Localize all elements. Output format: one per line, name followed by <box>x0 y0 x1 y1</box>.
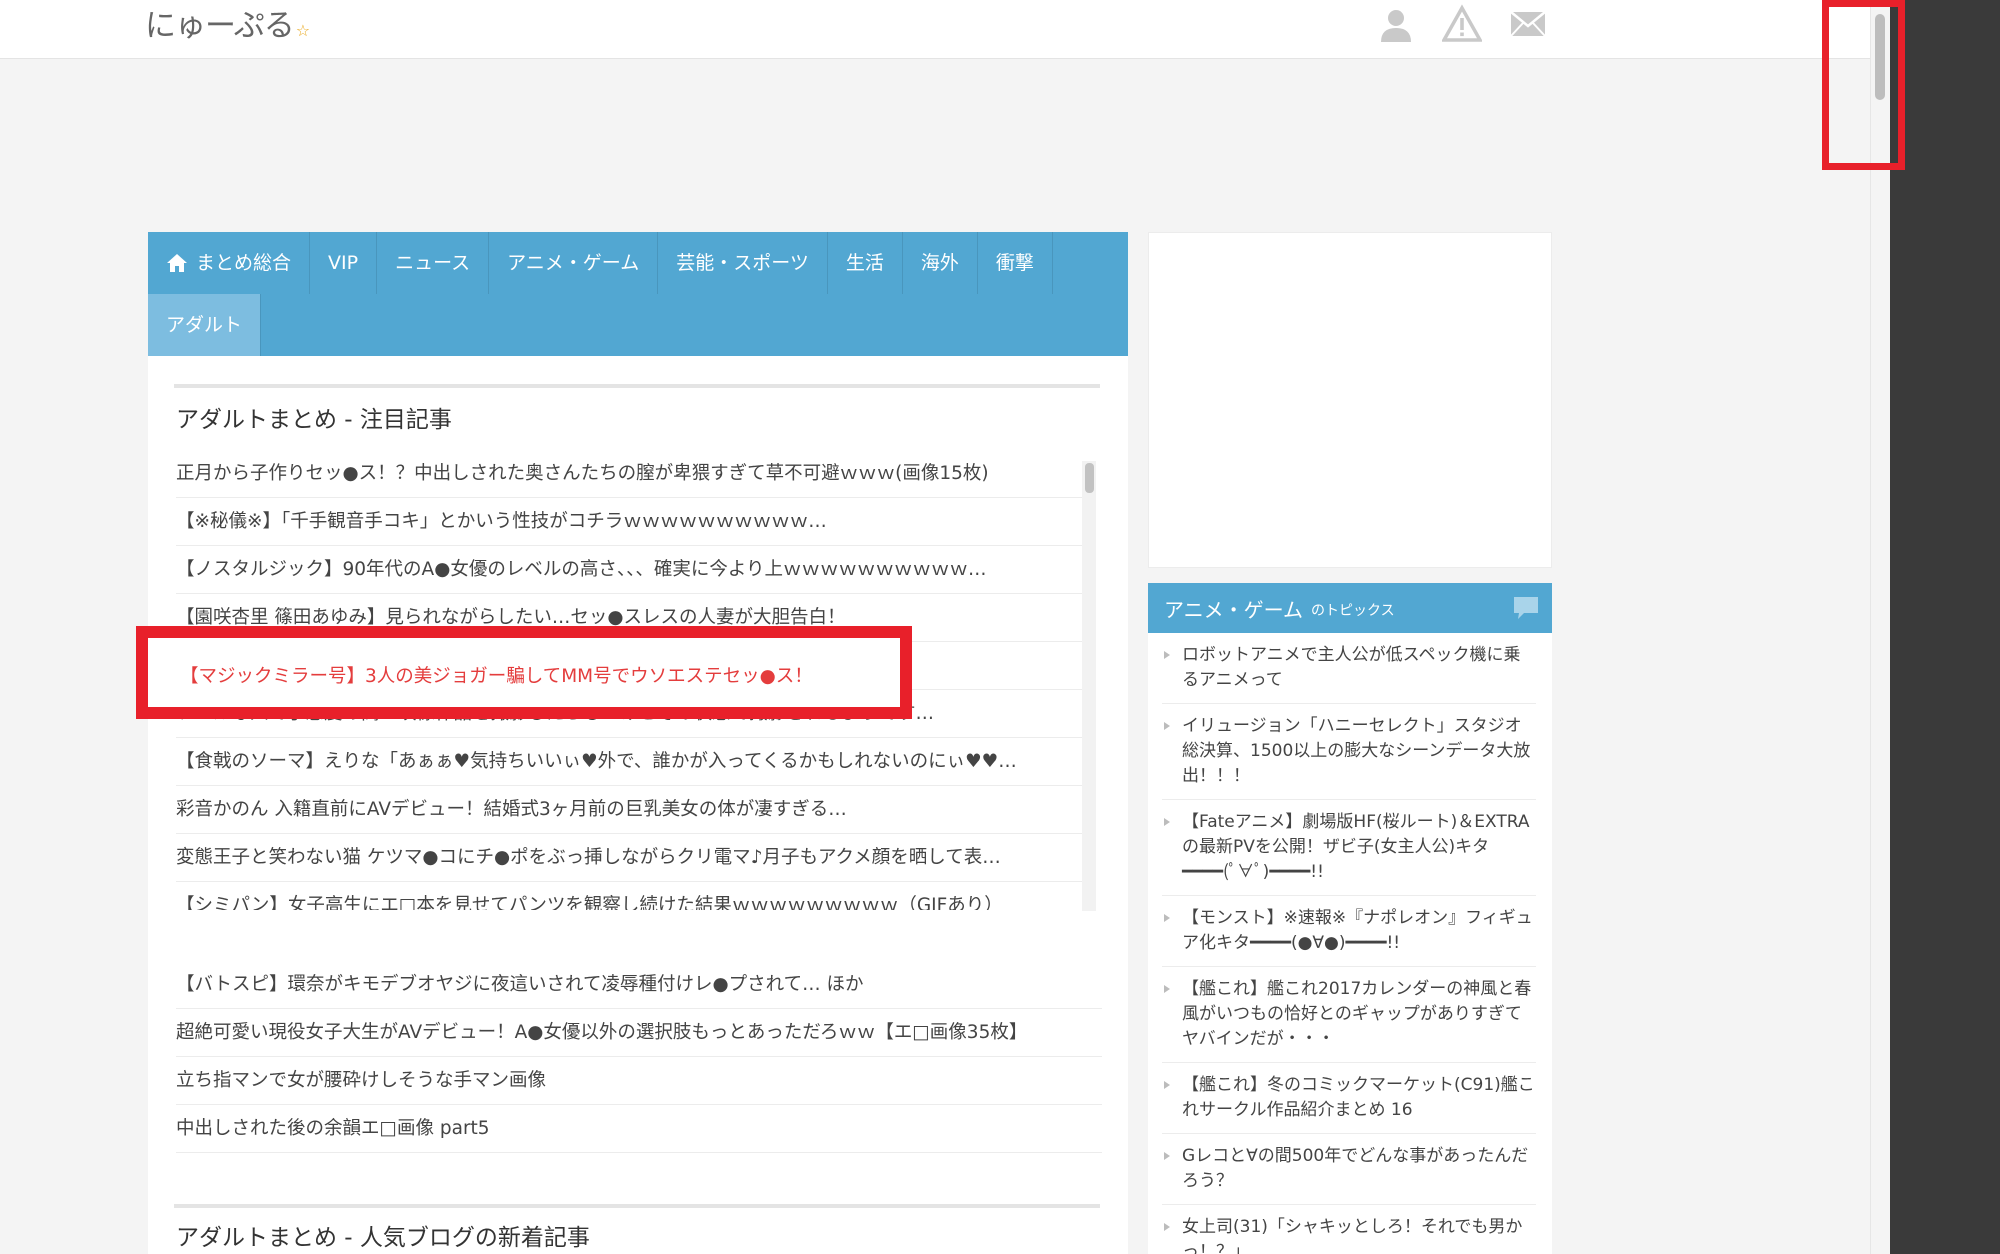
list-scrollbar-thumb[interactable] <box>1085 463 1094 493</box>
nav-item-vip[interactable]: VIP <box>310 232 378 294</box>
site-logo[interactable]: にゅーぷる ☆ <box>145 0 310 45</box>
highlighted-article-text: 【マジックミラー号】3人の美ジョガー騙してMM号でウソエステセッ●ス！ <box>180 666 813 687</box>
sidebar-topics-subtitle: のトピックス <box>1311 603 1395 619</box>
section-divider <box>174 1204 1100 1208</box>
section-divider <box>174 384 1100 388</box>
home-icon <box>167 254 187 272</box>
nav-item-label: 海外 <box>920 252 959 274</box>
nav-item-news[interactable]: ニュース <box>377 232 490 294</box>
list-item[interactable]: 【Fateアニメ】劇場版HF(桜ルート)＆EXTRAの最新PVを公開！ザビ子(女… <box>1162 800 1536 896</box>
sidebar-topics-header: アニメ・ゲーム のトピックス <box>1148 583 1552 633</box>
section-title-new-posts: アダルトまとめ - 人気ブログの新着記事 <box>176 1225 590 1251</box>
highlighted-article-annotation[interactable]: 【マジックミラー号】3人の美ジョガー騙してMM号でウソエステセッ●ス！ <box>136 626 912 719</box>
list-item[interactable]: 【バトスピ】環奈がキモデブオヤジに夜這いされて凌辱種付けレ●プされて… ほか <box>176 961 1102 1009</box>
section-title-featured: アダルトまとめ - 注目記事 <box>176 407 452 433</box>
nav-item-label: まとめ総合 <box>196 252 292 274</box>
nav-item-label: アニメ・ゲーム <box>507 252 640 274</box>
nav-item-label: 衝撃 <box>995 252 1034 274</box>
category-nav: まとめ総合 VIP ニュース アニメ・ゲーム 芸能・スポーツ 生活 海外 衝撃 … <box>148 232 1128 356</box>
speech-bubble-icon <box>1514 597 1538 619</box>
sidebar-topics-title: アニメ・ゲーム <box>1164 597 1303 622</box>
nav-item-label: アダルト <box>166 314 243 336</box>
nav-item-adult[interactable]: アダルト <box>148 294 262 356</box>
list-item[interactable]: 超絶可愛い現役女子大生がAVデビュー！A●女優以外の選択肢もっとあっただろｗｗ【… <box>176 1009 1102 1057</box>
nav-item-kaigai[interactable]: 海外 <box>903 232 978 294</box>
logo-star-icon: ☆ <box>295 21 310 40</box>
list-item[interactable]: 【シミパン】女子高生にエ□本を見せてパンツを観察し続けた結果ｗｗｗｗｗｗｗｗｗ（… <box>176 882 1088 910</box>
list-item[interactable]: 中出しされた後の余韻エ□画像 part5 <box>176 1105 1102 1153</box>
list-item[interactable]: 【※秘儀※】「千手観音手コキ」とかいう性技がコチラｗｗｗｗｗｗｗｗｗｗ… <box>176 498 1088 546</box>
dark-side-panel <box>1890 0 2000 1254</box>
sidebar-topics-list: ロボットアニメで主人公が低スペック機に乗るアニメって イリュージョン「ハニーセレ… <box>1148 633 1552 1254</box>
list-item[interactable]: 正月から子作りセッ●ス！？中出しされた奥さんたちの膣が卑猥すぎて草不可避ｗｗｗ(… <box>176 450 1088 498</box>
site-header: にゅーぷる ☆ <box>0 0 1870 59</box>
nav-item-shogeki[interactable]: 衝撃 <box>978 232 1053 294</box>
user-icon[interactable] <box>1376 4 1416 44</box>
list-item[interactable]: Gレコと∀の間500年でどんな事があったんだろう？ <box>1162 1134 1536 1205</box>
list-item[interactable]: 【ノスタルジック】90年代のA●女優のレベルの高さ、、、確実に今より上ｗｗｗｗｗ… <box>176 546 1088 594</box>
nav-row-1: まとめ総合 VIP ニュース アニメ・ゲーム 芸能・スポーツ 生活 海外 衝撃 <box>148 232 1128 294</box>
list-item[interactable]: 【食戟のソーマ】えりな「あぁぁ♥気持ちいいぃ♥外で、誰かが入ってくるかもしれない… <box>176 738 1088 786</box>
list-scrollbar-track[interactable] <box>1082 461 1096 911</box>
more-article-list: 【バトスピ】環奈がキモデブオヤジに夜這いされて凌辱種付けレ●プされて… ほか 超… <box>176 961 1102 1153</box>
list-item[interactable]: 彩音かのん 入籍直前にAVデビュー！結婚式3ヶ月前の巨乳美女の体が凄すぎる… <box>176 786 1088 834</box>
list-item[interactable]: 立ち指マンで女が腰砕けしそうな手マン画像 <box>176 1057 1102 1105</box>
mail-icon[interactable] <box>1508 4 1548 44</box>
list-item[interactable]: 女上司(31)「シャキッとしろ！それでも男かっ！？」 <box>1162 1205 1536 1254</box>
list-item[interactable]: 【艦これ】艦これ2017カレンダーの神風と春風がいつもの恰好とのギャップがありす… <box>1162 967 1536 1063</box>
list-item[interactable]: ロボットアニメで主人公が低スペック機に乗るアニメって <box>1162 633 1536 704</box>
nav-item-label: ニュース <box>395 252 471 274</box>
list-item[interactable]: 【艦これ】冬のコミックマーケット(C91)艦これサークル作品紹介まとめ 16 <box>1162 1063 1536 1134</box>
nav-item-anime-game[interactable]: アニメ・ゲーム <box>489 232 659 294</box>
nav-item-geino-sports[interactable]: 芸能・スポーツ <box>658 232 828 294</box>
nav-item-seikatsu[interactable]: 生活 <box>828 232 903 294</box>
nav-row-2: アダルト <box>148 294 1128 356</box>
header-icon-group <box>1376 4 1548 44</box>
warning-icon[interactable] <box>1442 4 1482 44</box>
list-item[interactable]: 【モンスト】※速報※『ナポレオン』フィギュア化キタ━━━━(●∀●)━━━━!! <box>1162 896 1536 967</box>
page-scrollbar-track[interactable] <box>1870 0 1891 1254</box>
list-item[interactable]: 変態王子と笑わない猫 ケツマ●コにチ●ポをぶっ挿しながらクリ電マ♪月子もアクメ顔… <box>176 834 1088 882</box>
nav-item-matome-sogo[interactable]: まとめ総合 <box>148 232 311 294</box>
nav-item-label: 生活 <box>845 252 884 274</box>
nav-item-label: 芸能・スポーツ <box>676 252 809 274</box>
scrollbar-highlight-annotation <box>1822 0 1905 170</box>
list-item[interactable]: イリュージョン「ハニーセレクト」スタジオ総決算、1500以上の膨大なシーンデータ… <box>1162 704 1536 800</box>
nav-item-label: VIP <box>328 252 359 274</box>
main-content: アダルトまとめ - 注目記事 正月から子作りセッ●ス！？中出しされた奥さんたちの… <box>148 356 1128 1254</box>
ad-placeholder <box>1148 232 1552 568</box>
logo-text: にゅーぷる <box>145 8 295 44</box>
